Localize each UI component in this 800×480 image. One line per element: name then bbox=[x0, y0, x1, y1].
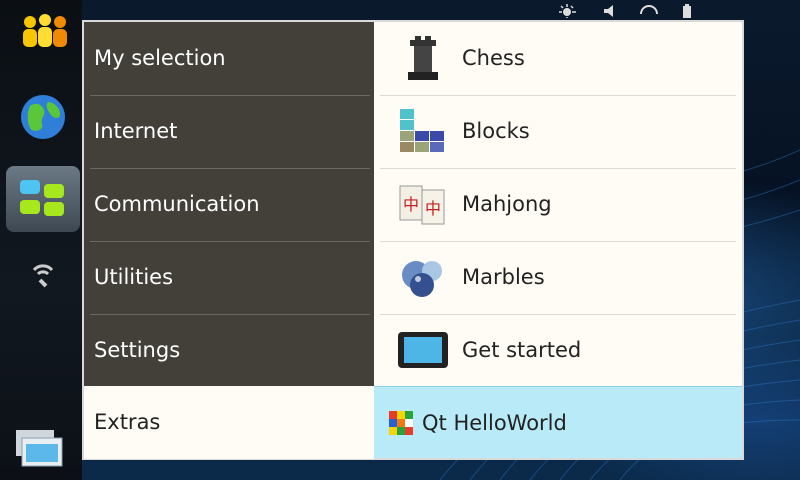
brightness-icon bbox=[559, 4, 576, 18]
category-list: My selection Internet Communication Util… bbox=[84, 22, 374, 386]
app-chess[interactable]: Chess bbox=[374, 22, 742, 95]
volume-icon bbox=[604, 5, 613, 17]
app-marbles[interactable]: Marbles bbox=[374, 241, 742, 314]
contacts-icon bbox=[23, 14, 67, 47]
dock-applications-button[interactable] bbox=[6, 166, 80, 232]
mahjong-tiles-icon: 中 中 bbox=[399, 185, 445, 225]
application-list: Chess Blocks 中 中 Mahjong Marbles Get sta… bbox=[374, 22, 742, 458]
category-label: Utilities bbox=[94, 265, 174, 289]
app-qt-helloworld[interactable]: Qt HelloWorld bbox=[374, 386, 742, 458]
dock-contacts-button[interactable] bbox=[6, 0, 80, 66]
category-label: My selection bbox=[94, 46, 226, 70]
app-label: Mahjong bbox=[462, 192, 552, 216]
category-label: Extras bbox=[94, 410, 161, 434]
app-label: Chess bbox=[462, 46, 525, 70]
category-extras[interactable]: Extras bbox=[84, 386, 374, 459]
blocks-icon bbox=[400, 109, 444, 152]
battery-icon bbox=[683, 4, 691, 18]
svg-text:中: 中 bbox=[425, 199, 441, 218]
category-my-selection[interactable]: My selection bbox=[84, 22, 374, 95]
app-label: Blocks bbox=[462, 119, 530, 143]
dock-task-switcher-button[interactable] bbox=[14, 428, 66, 474]
app-label: Marbles bbox=[462, 265, 545, 289]
status-bar[interactable] bbox=[80, 0, 800, 20]
tablet-device-icon bbox=[398, 332, 448, 368]
category-label: Settings bbox=[94, 338, 181, 362]
svg-text:中: 中 bbox=[403, 195, 419, 214]
rubiks-cube-icon bbox=[389, 411, 413, 435]
applications-menu: My selection Internet Communication Util… bbox=[82, 20, 744, 460]
marbles-icon bbox=[402, 261, 442, 297]
chess-rook-icon bbox=[408, 36, 438, 80]
app-mahjong[interactable]: 中 中 Mahjong bbox=[374, 168, 742, 241]
dock-wireless-button[interactable] bbox=[6, 238, 80, 304]
app-label: Get started bbox=[462, 338, 582, 362]
task-switcher-icon bbox=[16, 430, 63, 467]
dock-web-button[interactable] bbox=[6, 84, 80, 150]
category-communication[interactable]: Communication bbox=[84, 168, 374, 241]
connectivity-icon bbox=[640, 5, 658, 15]
launcher-dock bbox=[0, 0, 82, 480]
category-internet[interactable]: Internet bbox=[84, 95, 374, 168]
category-label: Internet bbox=[94, 119, 178, 143]
web-globe-icon bbox=[21, 95, 65, 139]
category-settings[interactable]: Settings bbox=[84, 314, 374, 387]
wireless-settings-icon bbox=[32, 264, 54, 288]
category-label: Communication bbox=[94, 192, 260, 216]
applications-grid-icon bbox=[20, 180, 64, 216]
app-label: Qt HelloWorld bbox=[422, 411, 567, 435]
app-blocks[interactable]: Blocks bbox=[374, 95, 742, 168]
app-get-started[interactable]: Get started bbox=[374, 314, 742, 387]
category-utilities[interactable]: Utilities bbox=[84, 241, 374, 314]
